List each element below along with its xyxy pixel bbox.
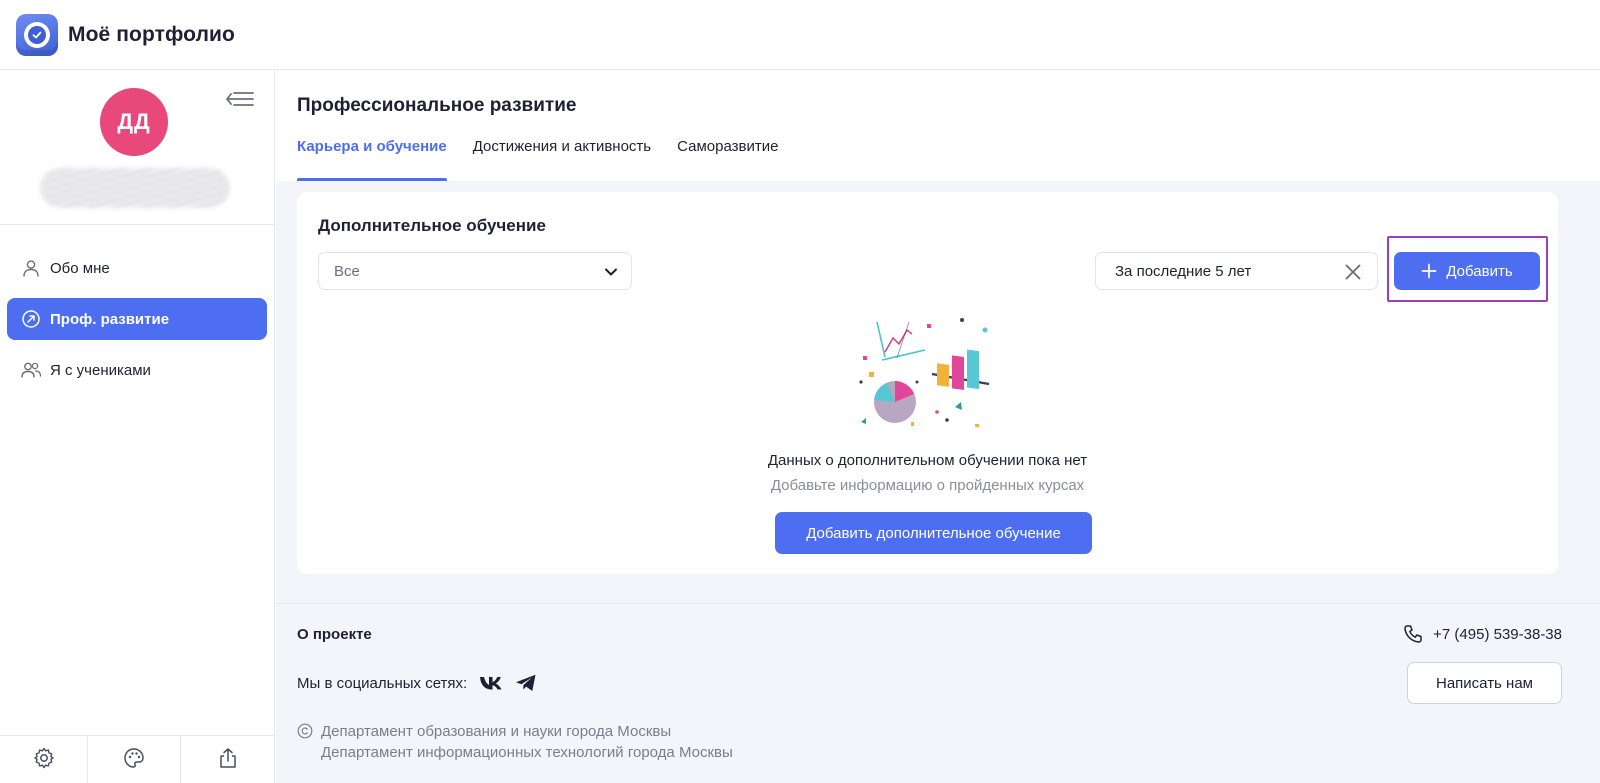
profile-block: ДД — [0, 70, 274, 225]
empty-state-illustration-icon — [857, 312, 1002, 437]
users-icon — [20, 359, 42, 381]
sidebar-item-label: Я с учениками — [50, 361, 151, 379]
share-icon — [216, 746, 240, 775]
tab-self-development[interactable]: Саморазвитие — [677, 136, 778, 181]
close-icon[interactable] — [1343, 262, 1363, 282]
sidebar: ДД Обо мне Проф. развитие Я с учениками — [0, 70, 275, 783]
copyright-line-2: Департамент информационных технологий го… — [321, 744, 733, 761]
add-button-label: Добавить — [1446, 262, 1513, 280]
main-content: Профессиональное развитие Карьера и обуч… — [276, 70, 1600, 783]
tabs: Карьера и обучение Достижения и активнос… — [297, 136, 804, 181]
social-label: Мы в социальных сетях: — [297, 674, 468, 692]
copyright-line-1: Департамент образования и науки города М… — [321, 723, 672, 740]
copyright: Департамент образования и науки города М… — [297, 721, 733, 763]
settings-button[interactable] — [0, 736, 88, 783]
additional-education-card: Дополнительное обучение Все За последние… — [297, 192, 1558, 574]
social-links: Мы в социальных сетях: — [297, 674, 537, 692]
arrow-circle-icon — [20, 308, 42, 330]
add-additional-education-button[interactable]: Добавить дополнительное обучение — [775, 512, 1092, 554]
footer: О проекте Мы в социальных сетях: +7 (495… — [276, 603, 1600, 783]
tab-career-education[interactable]: Карьера и обучение — [297, 136, 447, 181]
sidebar-nav: Обо мне Проф. развитие Я с учениками — [0, 225, 274, 391]
write-us-button[interactable]: Написать нам — [1407, 662, 1562, 704]
portfolio-logo-icon[interactable] — [16, 13, 58, 56]
tab-achievements[interactable]: Достижения и активность — [473, 136, 651, 181]
gear-icon — [32, 746, 56, 775]
phone-number: +7 (495) 539-38-38 — [1433, 625, 1562, 643]
period-filter[interactable]: За последние 5 лет — [1095, 252, 1378, 290]
plus-icon — [1421, 263, 1437, 279]
brand-title[interactable]: Моё портфолио — [68, 23, 235, 47]
avatar[interactable]: ДД — [100, 88, 168, 156]
section-title: Дополнительное обучение — [318, 216, 546, 235]
sidebar-item-about-me[interactable]: Обо мне — [7, 247, 267, 289]
empty-state-subtitle: Добавьте информацию о пройденных курсах — [770, 477, 1085, 494]
sidebar-item-label: Обо мне — [50, 259, 110, 277]
user-name-blurred — [40, 168, 230, 208]
sidebar-item-label: Проф. развитие — [50, 310, 170, 328]
sidebar-item-prof-development[interactable]: Проф. развитие — [7, 298, 267, 340]
user-icon — [20, 257, 42, 279]
sidebar-bottom-toolbar — [0, 735, 275, 783]
sidebar-item-with-students[interactable]: Я с учениками — [7, 349, 267, 391]
period-value: За последние 5 лет — [1115, 262, 1252, 280]
chevron-down-icon — [603, 264, 619, 284]
copyright-icon — [297, 721, 313, 763]
phone-contact[interactable]: +7 (495) 539-38-38 — [1403, 624, 1562, 644]
empty-state-title: Данных о дополнительном обучении пока не… — [767, 452, 1088, 469]
page-title: Профессиональное развитие — [297, 95, 577, 116]
about-project-link[interactable]: О проекте — [297, 626, 372, 643]
vk-icon[interactable] — [479, 675, 503, 691]
add-button[interactable]: Добавить — [1394, 252, 1540, 290]
theme-button[interactable] — [88, 736, 181, 783]
phone-icon — [1403, 624, 1423, 644]
telegram-icon[interactable] — [515, 674, 537, 692]
palette-icon — [122, 746, 146, 775]
top-bar: Моё портфолио — [0, 0, 1600, 70]
select-value: Все — [334, 262, 360, 280]
collapse-sidebar-icon[interactable] — [226, 88, 256, 110]
category-select[interactable]: Все — [318, 252, 632, 290]
page-header: Профессиональное развитие Карьера и обуч… — [276, 70, 1600, 181]
share-button[interactable] — [181, 736, 275, 783]
